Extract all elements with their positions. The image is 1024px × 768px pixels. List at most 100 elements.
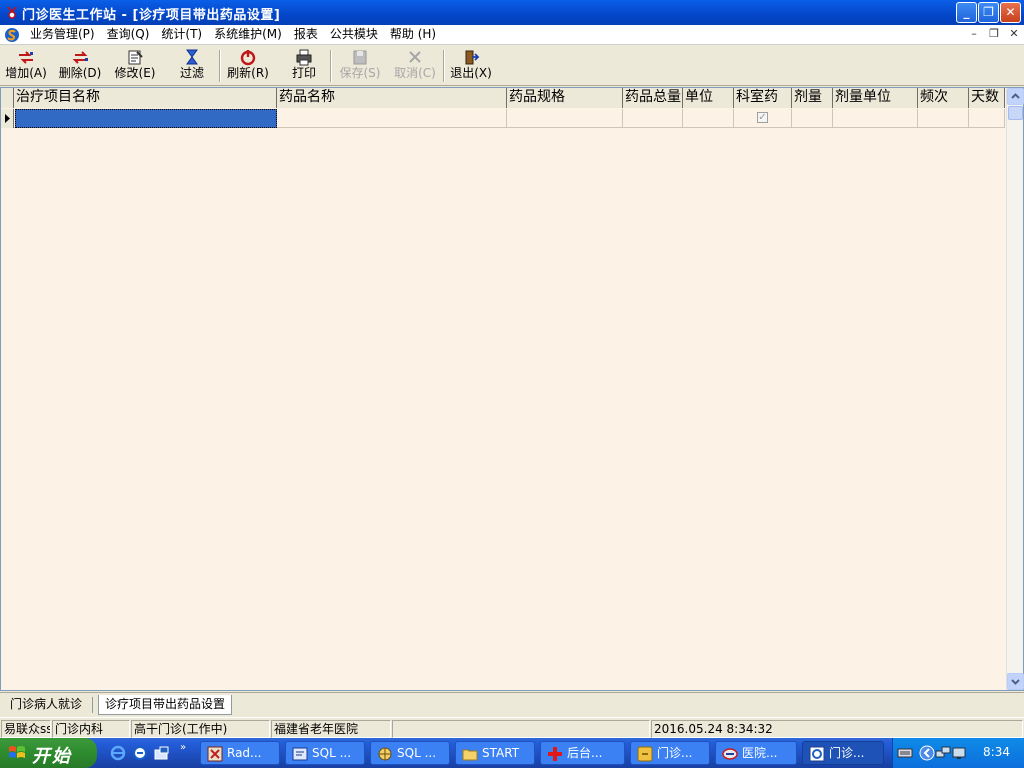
status-user: 易联众ss (1, 720, 51, 738)
save-icon (353, 50, 367, 65)
cell-days[interactable] (969, 109, 1005, 128)
toolbar-separator (219, 50, 221, 82)
table-row[interactable]: ✓ (1, 109, 1005, 128)
menu-query[interactable]: 查询(Q) (101, 27, 156, 42)
network-icon[interactable] (935, 745, 951, 761)
menu-common-modules[interactable]: 公共模块 (324, 27, 384, 42)
cell-frequency[interactable] (918, 109, 969, 128)
task-sql-2[interactable]: SQL ... (370, 741, 450, 765)
toolbar-separator (330, 50, 332, 82)
menu-bar: 业务管理(P) 查询(Q) 统计(T) 系统维护(M) 报表 公共模块 帮助 (… (0, 25, 1024, 45)
app-window: 门诊医生工作站 - [诊疗项目带出药品设置] _ ❐ ✕ 业务管理(P) 查询(… (0, 0, 1024, 768)
task-clinic-app[interactable]: 门诊... (802, 741, 884, 765)
task-clinic[interactable]: 门诊... (630, 741, 710, 765)
cell-drug-total[interactable] (623, 109, 683, 128)
tab-treatment-drug-settings[interactable]: 诊疗项目带出药品设置 (98, 695, 233, 715)
chevron-down-icon (1011, 679, 1020, 685)
scroll-up-button[interactable] (1007, 88, 1024, 105)
mdi-restore-button[interactable]: ❐ (986, 27, 1002, 42)
cell-dose[interactable] (792, 109, 833, 128)
status-datetime: 2016.05.24 8:34:32 (651, 720, 1023, 738)
menu-statistics[interactable]: 统计(T) (155, 27, 208, 42)
vertical-scrollbar[interactable] (1006, 88, 1024, 690)
mdi-close-button[interactable]: ✕ (1006, 27, 1022, 42)
internet-explorer-icon[interactable] (110, 745, 126, 761)
data-grid[interactable]: 治疗项目名称 药品名称 药品规格 药品总量 单位 科室药 剂量 剂量单位 频次 … (0, 87, 1024, 691)
minimize-button[interactable]: _ (956, 2, 977, 23)
add-icon (19, 51, 33, 64)
print-icon (296, 49, 312, 66)
task-rad[interactable]: Rad... (200, 741, 280, 765)
row-indicator[interactable] (1, 109, 14, 128)
column-header-days[interactable]: 天数 (969, 88, 1005, 108)
start-button[interactable]: 开始 (0, 738, 97, 768)
delete-button[interactable]: 删除(D) (58, 49, 102, 83)
restore-button[interactable]: ❐ (978, 2, 999, 23)
system-menu-icon[interactable] (4, 27, 20, 43)
quicklaunch-overflow-icon[interactable]: » (180, 742, 186, 753)
column-header-treatment-item[interactable]: 治疗项目名称 (14, 88, 277, 108)
cell-drug-name[interactable] (277, 109, 507, 128)
browser-icon[interactable] (132, 745, 148, 761)
cancel-button[interactable]: 取消(C) (393, 49, 437, 83)
start-label: 开始 (32, 746, 72, 767)
print-button[interactable]: 打印 (288, 49, 320, 83)
column-header-dose-unit[interactable]: 剂量单位 (833, 88, 918, 108)
title-bar[interactable]: 门诊医生工作站 - [诊疗项目带出药品设置] _ ❐ ✕ (0, 0, 1024, 25)
sql-icon (292, 747, 308, 761)
column-header-drug-spec[interactable]: 药品规格 (507, 88, 623, 108)
clinic-icon (637, 746, 653, 762)
add-button[interactable]: 增加(A) (4, 49, 48, 83)
toolbar: 增加(A) 删除(D) 修改(E) 过滤 刷新(R) 打印 保存(S) 取消(C… (0, 46, 1024, 86)
column-header-frequency[interactable]: 频次 (918, 88, 969, 108)
hospital-icon (722, 748, 738, 760)
delete-icon (72, 51, 88, 64)
sql-server-icon (378, 747, 392, 761)
window-title: 门诊医生工作站 - [诊疗项目带出药品设置] (22, 8, 281, 23)
tab-separator (92, 697, 93, 713)
show-desktop-icon[interactable] (154, 745, 170, 761)
exit-icon (465, 50, 480, 65)
cancel-icon (409, 51, 421, 63)
column-header-dept-drug[interactable]: 科室药 (734, 88, 792, 108)
cell-unit[interactable] (683, 109, 734, 128)
edit-button[interactable]: 修改(E) (113, 49, 157, 83)
save-button[interactable]: 保存(S) (338, 49, 382, 83)
refresh-button[interactable]: 刷新(R) (226, 49, 270, 83)
cell-drug-spec[interactable] (507, 109, 623, 128)
cell-dose-unit[interactable] (833, 109, 918, 128)
current-row-arrow-icon (5, 114, 10, 123)
show-hidden-icons-chevron-icon[interactable] (919, 745, 935, 761)
exit-button[interactable]: 退出(X) (449, 49, 493, 83)
mdi-minimize-button[interactable]: – (966, 27, 982, 42)
status-hospital: 福建省老年医院 (271, 720, 391, 738)
scroll-down-button[interactable] (1007, 673, 1024, 690)
column-header-dose[interactable]: 剂量 (792, 88, 833, 108)
folder-icon (462, 749, 478, 761)
column-header-unit[interactable]: 单位 (683, 88, 734, 108)
column-header-drug-total[interactable]: 药品总量 (623, 88, 683, 108)
keyboard-icon[interactable] (897, 745, 913, 761)
refresh-icon (240, 50, 256, 66)
task-sql-1[interactable]: SQL ... (285, 741, 365, 765)
status-department: 门诊内科 (52, 720, 130, 738)
close-button[interactable]: ✕ (1000, 2, 1021, 23)
cell-treatment-item[interactable] (15, 109, 277, 128)
filter-icon (186, 49, 198, 65)
toolbar-separator (443, 50, 445, 82)
task-start-folder[interactable]: START (455, 741, 535, 765)
clock[interactable]: 8:34 (983, 745, 1010, 759)
menu-help[interactable]: 帮助 (H) (384, 27, 442, 42)
tab-outpatient-visit[interactable]: 门诊病人就诊 (4, 695, 88, 715)
menu-system-maintenance[interactable]: 系统维护(M) (208, 27, 288, 42)
column-header-drug-name[interactable]: 药品名称 (277, 88, 507, 108)
task-backend[interactable]: 后台... (540, 741, 625, 765)
task-hospital[interactable]: 医院... (715, 741, 797, 765)
scroll-thumb[interactable] (1008, 106, 1023, 120)
filter-button[interactable]: 过滤 (176, 49, 208, 83)
dept-drug-checkbox[interactable]: ✓ (757, 112, 768, 123)
menu-business[interactable]: 业务管理(P) (24, 27, 101, 42)
network-connection-icon[interactable] (951, 745, 967, 761)
menu-reports[interactable]: 报表 (288, 27, 324, 42)
cell-dept-drug[interactable]: ✓ (734, 109, 792, 128)
